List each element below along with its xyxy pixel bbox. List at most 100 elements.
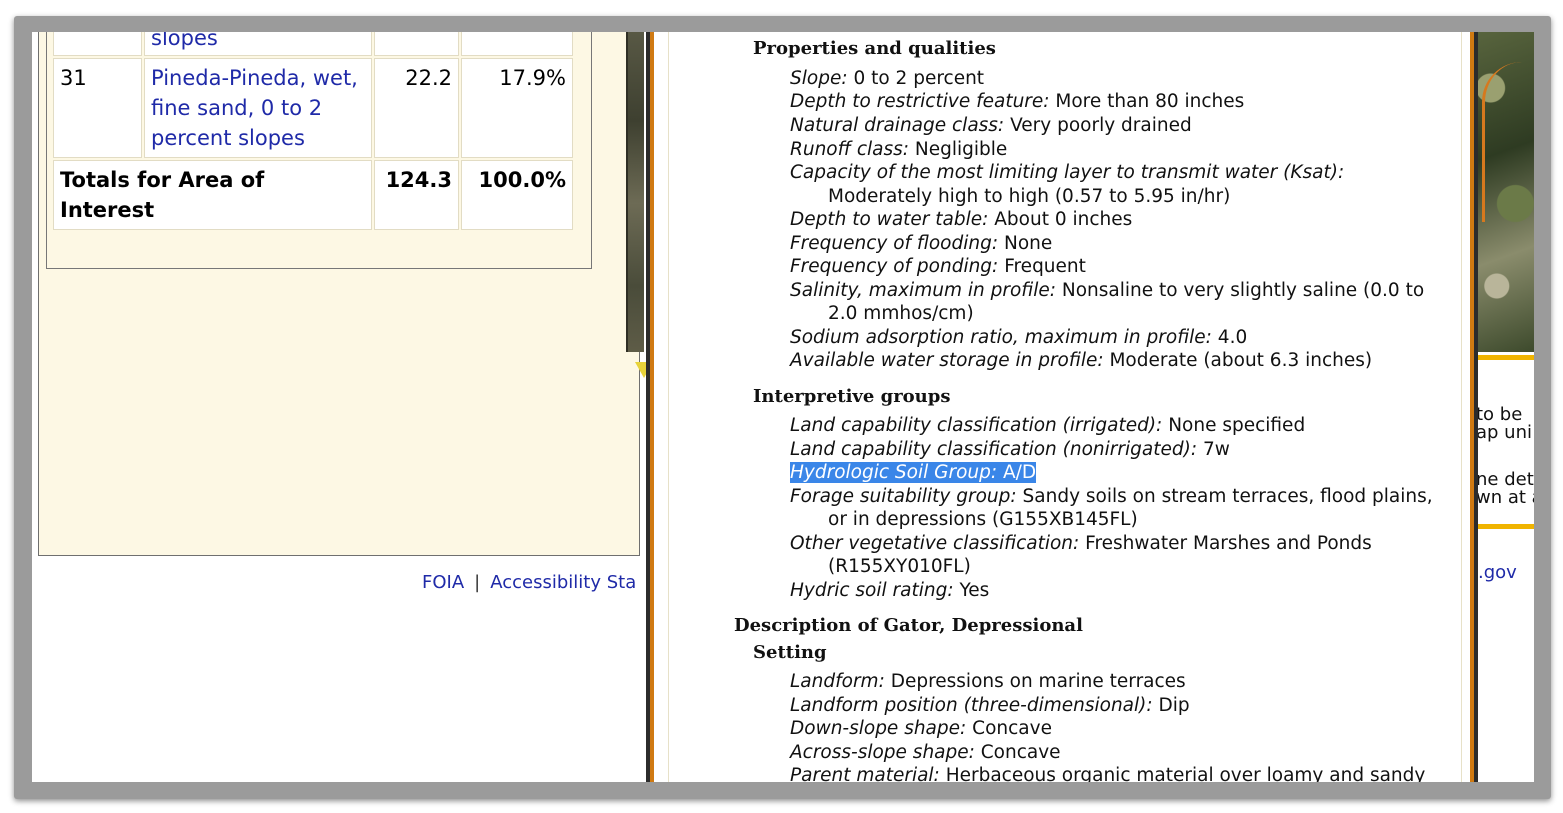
property-label: Land capability classification (irrigate… [790,415,1163,436]
percent-cell [461,32,573,56]
property-label: Forage suitability group: [790,486,1017,507]
interpretive-item: Land capability classification (irrigate… [790,414,1305,437]
map-unit-symbol [53,32,142,56]
property-label: Frequency of flooding: [790,233,999,254]
accessibility-link[interactable]: Accessibility Sta [490,572,636,593]
setting-item: Landform position (three-dimensional): D… [790,694,1190,717]
aerial-map-edge[interactable] [626,32,644,352]
property-item: Sodium adsorption ratio, maximum in prof… [790,326,1247,349]
property-item: Salinity, maximum in profile: Nonsaline … [790,279,1424,302]
property-label: Other vegetative classification: [790,533,1080,554]
acres-cell [374,32,459,56]
background-right-panel: to be ap uni ne deta wn at a .gov [1472,32,1534,782]
map-unit-symbol: 31 [53,58,142,158]
footer-separator: | [474,572,481,593]
property-item: Frequency of ponding: Frequent [790,255,1086,278]
property-value: Concave [980,742,1061,763]
property-label: Land capability classification (nonirrig… [790,439,1198,460]
map-unit-legend-panel: slopes 31 Pineda-Pineda, wet, fine sand,… [38,32,640,556]
map-unit-description-popup: Properties and qualities Slope: 0 to 2 p… [646,32,1478,782]
section-heading-setting: Setting [753,642,827,663]
property-item: Natural drainage class: Very poorly drai… [790,114,1192,137]
property-value: None specified [1168,415,1306,436]
property-value: 7w [1202,439,1230,460]
property-item: Runoff class: Negligible [790,138,1007,161]
property-item: Depth to water table: About 0 inches [790,208,1132,231]
property-item: Depth to restrictive feature: More than … [790,90,1244,113]
property-label: Hydrologic Soil Group: [790,462,998,483]
property-value: Frequent [1004,256,1086,277]
background-text-line: wn at a [1476,487,1534,508]
property-value: Herbaceous organic material over loamy a… [945,765,1426,782]
totals-percent: 100.0% [461,160,573,230]
property-label: Landform: [790,671,885,692]
property-value: A/D [1003,462,1037,483]
property-label: Available water storage in profile: [790,350,1104,371]
setting-item: Down-slope shape: Concave [790,717,1052,740]
property-value: Nonsaline to very slightly saline (0.0 t… [1061,280,1425,301]
road-line [1482,62,1532,222]
gold-divider [1472,524,1534,529]
property-value: 4.0 [1217,327,1248,348]
setting-item: Across-slope shape: Concave [790,741,1061,764]
gov-link[interactable]: .gov [1478,562,1517,583]
section-heading-properties: Properties and qualities [753,38,996,59]
setting-item: Landform: Depressions on marine terraces [790,670,1186,693]
property-continuation: 2.0 mmhos/cm) [828,303,974,324]
interpretive-item: Land capability classification (nonirrig… [790,438,1230,461]
popup-content: Properties and qualities Slope: 0 to 2 p… [668,32,1462,782]
section-heading-description: Description of Gator, Depressional [734,615,1083,636]
foia-link[interactable]: FOIA [422,572,464,593]
property-value: More than 80 inches [1055,91,1245,112]
property-item: Slope: 0 to 2 percent [790,67,984,90]
totals-row: Totals for Area of Interest 124.3 100.0% [53,160,573,230]
interpretive-item: Other vegetative classification: Freshwa… [790,532,1372,555]
property-value: Negligible [914,139,1008,160]
map-unit-name-link[interactable]: Pineda-Pineda, wet, fine sand, 0 to 2 pe… [144,58,372,158]
property-label: Sodium adsorption ratio, maximum in prof… [790,327,1212,348]
property-value: About 0 inches [994,209,1133,230]
property-value: Dip [1158,695,1190,716]
section-heading-interpretive: Interpretive groups [753,386,951,407]
property-value: Moderate (about 6.3 inches) [1109,350,1373,371]
table-row: slopes [53,32,573,56]
table-row: 31 Pineda-Pineda, wet, fine sand, 0 to 2… [53,58,573,158]
property-label: Landform position (three-dimensional): [790,695,1153,716]
property-label: Slope: [790,68,848,89]
aerial-map-thumbnail[interactable] [1472,32,1534,352]
property-item: Capacity of the most limiting layer to t… [790,161,1344,184]
setting-item: Parent material: Herbaceous organic mate… [790,764,1425,782]
map-unit-table: slopes 31 Pineda-Pineda, wet, fine sand,… [51,32,575,232]
property-value: Sandy soils on stream terraces, flood pl… [1022,486,1433,507]
property-value: Concave [972,718,1052,739]
totals-acres: 124.3 [374,160,459,230]
property-value: 0 to 2 percent [853,68,985,89]
property-label: Capacity of the most limiting layer to t… [790,162,1345,183]
property-label: Natural drainage class: [790,115,1005,136]
footer-links: FOIA | Accessibility Sta [422,572,636,593]
totals-label: Totals for Area of Interest [53,160,372,230]
property-label: Salinity, maximum in profile: [790,280,1056,301]
map-unit-name-link[interactable]: slopes [144,32,372,56]
hydrologic-soil-group-item[interactable]: Hydrologic Soil Group: A/D [790,461,1037,484]
property-item: Available water storage in profile: Mode… [790,349,1372,372]
background-text-line: ap uni [1476,422,1532,443]
interpretive-item: Hydric soil rating: Yes [790,579,989,602]
interpretive-item: Forage suitability group: Sandy soils on… [790,485,1433,508]
browser-viewport: slopes 31 Pineda-Pineda, wet, fine sand,… [32,32,1534,782]
property-value: Depressions on marine terraces [890,671,1186,692]
selected-text-highlight: Hydrologic Soil Group: A/D [790,462,1037,483]
property-value: Freshwater Marshes and Ponds [1085,533,1372,554]
property-label: Hydric soil rating: [790,580,954,601]
property-continuation: or in depressions (G155XB145FL) [828,509,1138,530]
property-item: Frequency of flooding: None [790,232,1052,255]
percent-cell: 17.9% [461,58,573,158]
property-continuation: (R155XY010FL) [828,556,971,577]
property-label: Runoff class: [790,139,910,160]
property-value: Very poorly drained [1010,115,1192,136]
property-value: None [1003,233,1053,254]
gold-divider [1472,355,1534,360]
map-unit-table-container: slopes 31 Pineda-Pineda, wet, fine sand,… [46,32,592,269]
property-label: Parent material: [790,765,940,782]
property-label: Frequency of ponding: [790,256,999,277]
